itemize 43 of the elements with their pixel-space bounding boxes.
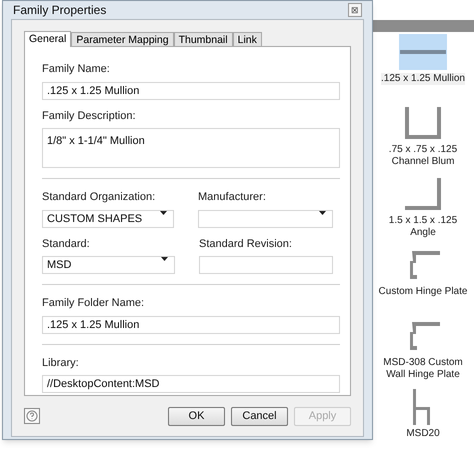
field-label: Manufacturer: [198, 190, 267, 205]
dialog-button[interactable]: OK [168, 406, 225, 426]
field-label: Standard Organization: [42, 190, 156, 205]
field-label: Family Folder Name: [42, 296, 146, 311]
library-item-label: Custom Hinge Plate [378, 286, 468, 298]
dropdown[interactable]: MSD [42, 256, 176, 274]
field-label: Family Name: [42, 62, 111, 77]
dropdown-arrow-icon [160, 210, 168, 214]
text-field[interactable]: //DesktopContent:MSD [42, 375, 340, 393]
help-icon[interactable] [24, 408, 40, 424]
field-value: MSD [47, 258, 72, 273]
library-thumbnail[interactable] [399, 34, 447, 70]
channel-icon [405, 107, 441, 139]
dropdown[interactable]: CUSTOM SHAPES [42, 210, 174, 228]
tab[interactable]: Thumbnail [174, 32, 233, 46]
dialog-button[interactable]: Cancel [231, 406, 288, 426]
mullion-icon [400, 49, 446, 55]
tab[interactable]: Link [232, 32, 262, 46]
field-value: 1/8" x 1-1/4" Mullion [47, 134, 145, 149]
field-label: Family Description: [42, 108, 137, 124]
text-field[interactable]: .125 x 1.25 Mullion [42, 82, 340, 100]
tab[interactable]: Parameter Mapping [71, 32, 174, 46]
field-label: Standard Revision: [199, 236, 293, 252]
field-value: //DesktopContent:MSD [47, 377, 160, 392]
library-item-label: .125 x 1.25 Mullion [381, 73, 465, 85]
close-button[interactable]: ⊠ [348, 3, 362, 17]
field-label: Library: [42, 356, 80, 370]
text-field[interactable]: 1/8" x 1-1/4" Mullion [42, 128, 340, 168]
text-field[interactable]: .125 x 1.25 Mullion [42, 316, 340, 334]
field-value: .125 x 1.25 Mullion [47, 84, 140, 98]
field-value: CUSTOM SHAPES [47, 212, 142, 226]
tab[interactable]: General [24, 31, 72, 47]
field-value: .125 x 1.25 Mullion [47, 318, 140, 332]
angle-icon [405, 178, 441, 210]
library-item-label: MSD20 [406, 428, 440, 440]
library-item-label: .75 x .75 x .125 Channel Blum [388, 144, 458, 168]
window-title: Family Properties [13, 2, 106, 19]
text-field[interactable] [199, 256, 333, 274]
dropdown-arrow-icon [161, 257, 168, 261]
library-item-label: 1.5 x 1.5 x .125 Angle [388, 215, 458, 239]
field-label: Standard: [42, 236, 91, 252]
dropdown-arrow-icon [319, 210, 326, 214]
library-item-label: MSD-308 Custom Wall Hinge Plate [382, 357, 464, 381]
